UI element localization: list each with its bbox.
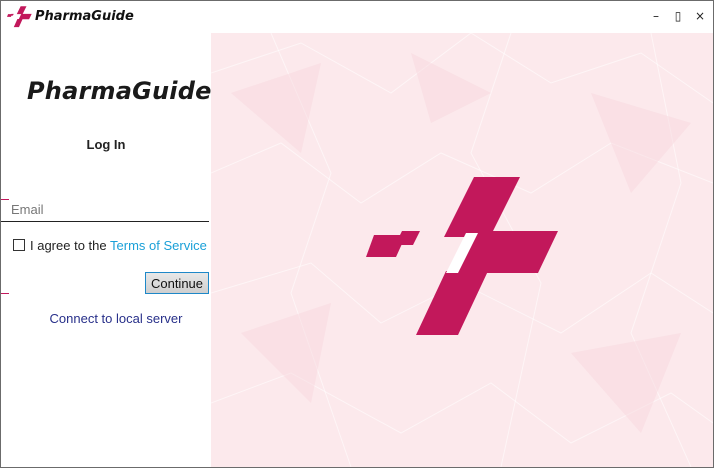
terms-checkbox[interactable]: [13, 239, 25, 251]
connect-local-server-link[interactable]: Connect to local server: [1, 311, 231, 326]
terms-of-service-link[interactable]: Terms of Service: [110, 238, 207, 253]
terms-row: I agree to the Terms of Service: [13, 238, 207, 253]
pharmaguide-logo-icon: [7, 6, 32, 28]
app-window: PharmaGuide – ▯ × PharmaGuide Log In I a…: [0, 0, 714, 468]
window-title: PharmaGuide: [35, 9, 134, 24]
brand-name: PharmaGuide: [27, 77, 212, 105]
terms-prefix: I agree to the: [30, 238, 107, 253]
close-button[interactable]: ×: [693, 9, 707, 23]
login-panel: PharmaGuide Log In I agree to the Terms …: [1, 33, 211, 467]
minimize-button[interactable]: –: [649, 9, 663, 23]
email-field[interactable]: [1, 198, 209, 222]
restore-button[interactable]: ▯: [671, 9, 685, 23]
title-bar[interactable]: PharmaGuide – ▯ ×: [1, 1, 713, 33]
pharmaguide-logo-icon: [366, 177, 558, 335]
continue-button[interactable]: Continue: [145, 272, 209, 294]
hero-panel: [211, 33, 713, 467]
form-bracket-bottom: [1, 293, 9, 294]
login-heading: Log In: [86, 137, 126, 152]
